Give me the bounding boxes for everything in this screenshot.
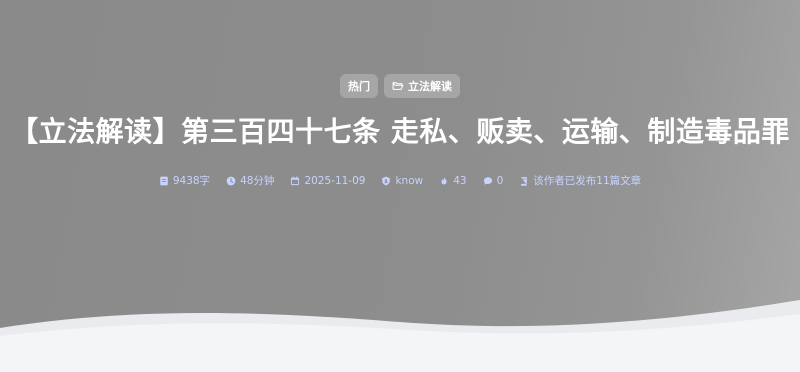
word-count-text: 9438字	[172, 175, 211, 187]
comment-icon	[483, 176, 492, 185]
post-meta: 9438字 48分钟 2025-11-09 know 43 0 该作者已发布11…	[0, 173, 800, 188]
tag-hot-label: 热门	[348, 80, 370, 93]
views-count: 43	[453, 174, 467, 187]
post-hero-banner: 热门 立法解读 【立法解读】第三百四十七条 走私、贩卖、运输、制造毒品罪 943…	[0, 0, 800, 372]
post-tags: 热门 立法解读	[0, 74, 800, 98]
folder-open-icon	[392, 82, 404, 90]
comments-count: 0	[496, 174, 504, 187]
meta-date: 2025-11-09	[290, 175, 365, 187]
author-posts-text: 该作者已发布11篇文章	[533, 175, 642, 187]
calendar-icon	[291, 176, 300, 185]
meta-views: 43	[439, 174, 467, 187]
document-icon	[160, 176, 168, 185]
tag-category-label: 立法解读	[408, 80, 452, 93]
tag-hot[interactable]: 热门	[340, 74, 378, 98]
book-icon	[521, 176, 528, 186]
tag-category[interactable]: 立法解读	[384, 74, 460, 98]
meta-author-posts[interactable]: 该作者已发布11篇文章	[519, 173, 641, 188]
read-time-text: 48分钟	[240, 175, 275, 187]
fire-icon	[441, 176, 447, 184]
clock-icon	[226, 176, 236, 185]
meta-comments[interactable]: 0	[483, 174, 504, 187]
author-name: know	[395, 174, 424, 187]
post-title: 【立法解读】第三百四十七条 走私、贩卖、运输、制造毒品罪	[10, 115, 790, 148]
date-text: 2025-11-09	[304, 174, 366, 187]
meta-word-count: 9438字	[159, 173, 210, 188]
meta-author[interactable]: know	[381, 175, 423, 187]
shield-user-icon	[382, 176, 391, 185]
meta-read-time: 48分钟	[226, 173, 274, 188]
